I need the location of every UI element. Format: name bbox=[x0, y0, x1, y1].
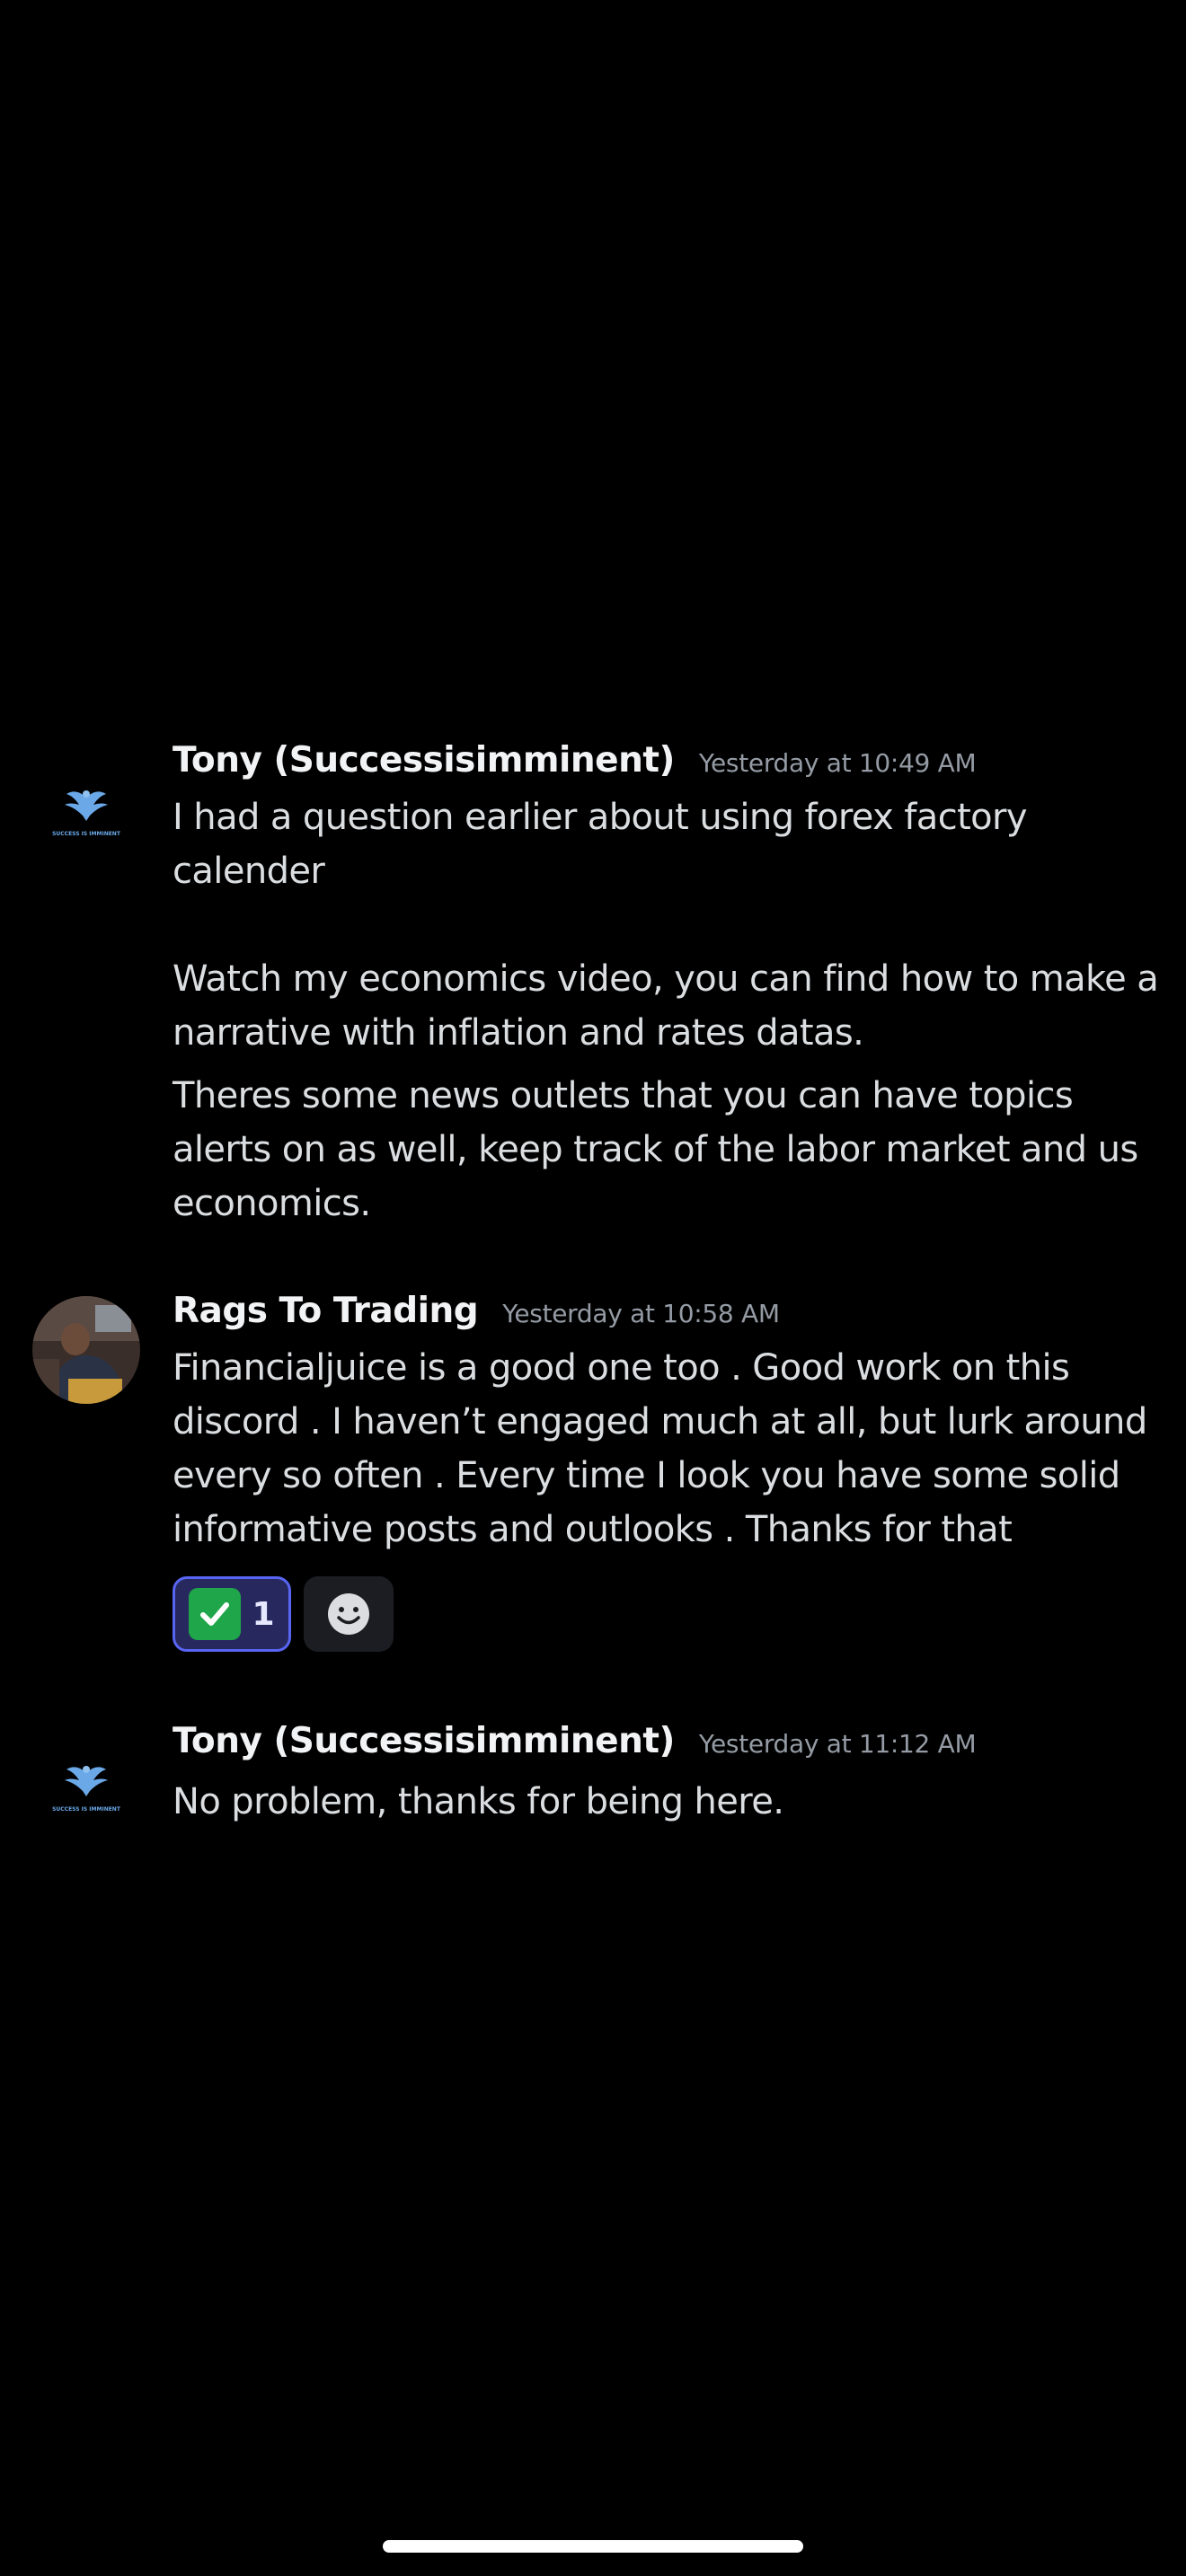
user-photo-avatar bbox=[32, 1296, 140, 1404]
message-paragraph: Theres some news outlets that you can ha… bbox=[173, 1075, 1138, 1224]
avatar[interactable]: SUCCESS IS IMMINENT bbox=[32, 1739, 140, 1847]
reaction-check-mark[interactable]: 1 bbox=[173, 1576, 291, 1652]
avatar[interactable]: SUCCESS IS IMMINENT bbox=[32, 763, 140, 871]
reaction-count: 1 bbox=[252, 1595, 275, 1633]
svg-text:SUCCESS IS IMMINENT: SUCCESS IS IMMINENT bbox=[52, 1806, 121, 1813]
message-header: Tony (Successisimminent) Yesterday at 10… bbox=[173, 740, 977, 781]
message-paragraph: Financialjuice is a good one too . Good … bbox=[173, 1347, 1147, 1550]
avatar[interactable] bbox=[32, 1296, 140, 1404]
timestamp: Yesterday at 10:58 AM bbox=[502, 1299, 780, 1328]
timestamp: Yesterday at 10:49 AM bbox=[698, 748, 977, 778]
smiley-icon bbox=[328, 1593, 369, 1635]
author-name[interactable]: Tony (Successisimminent) bbox=[173, 740, 675, 781]
eagle-logo-icon: SUCCESS IS IMMINENT bbox=[32, 763, 140, 871]
message-header: Tony (Successisimminent) Yesterday at 11… bbox=[173, 1721, 977, 1761]
message-paragraph: I had a question earlier about using for… bbox=[173, 797, 1028, 892]
author-name[interactable]: Rags To Trading bbox=[173, 1291, 479, 1331]
add-reaction-button[interactable] bbox=[304, 1576, 394, 1652]
message-header: Rags To Trading Yesterday at 10:58 AM bbox=[173, 1291, 780, 1331]
white-check-mark-icon bbox=[189, 1588, 242, 1640]
reactions-bar: 1 bbox=[173, 1576, 394, 1652]
message-content: No problem, thanks for being here. bbox=[173, 1775, 1170, 1829]
message-paragraph: No problem, thanks for being here. bbox=[173, 1781, 784, 1822]
message-paragraph: Watch my economics video, you can find h… bbox=[173, 958, 1159, 1054]
author-name[interactable]: Tony (Successisimminent) bbox=[173, 1721, 675, 1761]
home-indicator[interactable] bbox=[383, 2540, 803, 2553]
eagle-logo-icon: SUCCESS IS IMMINENT bbox=[32, 1739, 140, 1847]
timestamp: Yesterday at 11:12 AM bbox=[698, 1729, 977, 1759]
message-content: Financialjuice is a good one too . Good … bbox=[173, 1341, 1170, 1557]
svg-text:SUCCESS IS IMMINENT: SUCCESS IS IMMINENT bbox=[52, 831, 121, 837]
message-content: I had a question earlier about using for… bbox=[173, 790, 1170, 1231]
